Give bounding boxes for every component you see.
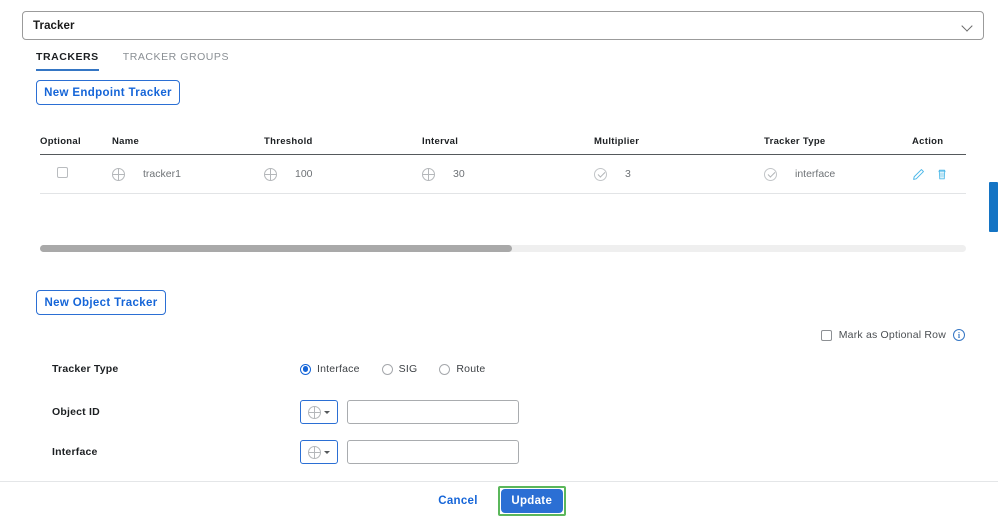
- radio-sig[interactable]: SIG: [381, 363, 418, 375]
- radio-sig-label: SIG: [398, 363, 418, 375]
- table-header-row: Optional Name Threshold Interval Multipl…: [40, 136, 966, 155]
- radio-interface[interactable]: Interface: [300, 363, 360, 375]
- form-row-tracker-type: Tracker Type Interface SIG Route: [0, 363, 998, 375]
- object-id-scope-dropdown[interactable]: [300, 400, 338, 424]
- object-id-input[interactable]: [347, 400, 519, 424]
- dialog-footer: Cancel Update: [0, 481, 998, 519]
- chevron-down-icon: [962, 20, 973, 31]
- globe-icon: [264, 167, 277, 181]
- cell-multiplier-value: 3: [625, 168, 631, 180]
- tab-bar: TRACKERS TRACKER GROUPS: [36, 51, 229, 71]
- tracker-type-radio-group: Interface SIG Route: [300, 363, 485, 375]
- trackers-table-container: Optional Name Threshold Interval Multipl…: [40, 136, 966, 194]
- cell-threshold: 100: [264, 154, 422, 194]
- object-id-field-label: Object ID: [52, 406, 100, 418]
- column-header-interval: Interval: [422, 136, 594, 155]
- tab-trackers[interactable]: TRACKERS: [36, 51, 99, 71]
- tracker-type-field-label: Tracker Type: [52, 363, 119, 375]
- tracker-type-select-value: Tracker: [33, 19, 75, 32]
- update-button-highlight: Update: [497, 485, 566, 516]
- cell-name-value: tracker1: [143, 168, 181, 180]
- globe-icon: [308, 445, 321, 459]
- trash-icon[interactable]: [936, 168, 948, 181]
- cell-threshold-value: 100: [295, 168, 313, 180]
- table-row: tracker1 100 30 3 interface: [40, 154, 966, 194]
- caret-down-icon: [324, 450, 330, 454]
- cell-tracker-type: interface: [764, 154, 912, 194]
- radio-sig-dot: [381, 363, 393, 375]
- cell-interval-value: 30: [453, 168, 465, 180]
- cell-action: [912, 154, 966, 194]
- radio-interface-label: Interface: [317, 363, 360, 375]
- interface-field-label: Interface: [52, 446, 98, 458]
- pencil-icon[interactable]: [912, 168, 925, 181]
- cell-interval: 30: [422, 154, 594, 194]
- globe-icon: [308, 405, 321, 419]
- form-row-object-id: Object ID: [0, 400, 998, 424]
- cell-multiplier: 3: [594, 154, 764, 194]
- tab-trackers-label: TRACKERS: [36, 51, 99, 63]
- cell-tracker-type-value: interface: [795, 168, 836, 180]
- new-object-tracker-label: New Object Tracker: [44, 296, 158, 309]
- info-icon[interactable]: i: [953, 329, 965, 341]
- globe-icon: [422, 167, 435, 181]
- table-horizontal-scrollbar[interactable]: [40, 245, 966, 252]
- globe-icon: [112, 167, 125, 181]
- tab-tracker-groups-label: TRACKER GROUPS: [122, 51, 230, 63]
- page-vertical-scrollbar-thumb[interactable]: [989, 182, 998, 232]
- radio-route-label: Route: [456, 363, 486, 375]
- info-icon-glyph: i: [957, 330, 961, 340]
- interface-input[interactable]: [347, 440, 519, 464]
- form-row-interface: Interface: [0, 440, 998, 464]
- table-horizontal-scrollbar-thumb[interactable]: [40, 245, 512, 252]
- new-object-tracker-button[interactable]: New Object Tracker: [36, 290, 166, 315]
- cell-optional: [40, 154, 112, 194]
- radio-route[interactable]: Route: [439, 363, 485, 375]
- radio-interface-dot: [300, 363, 311, 375]
- mark-as-optional-row: Mark as Optional Row i: [820, 329, 965, 341]
- column-header-multiplier: Multiplier: [594, 136, 764, 155]
- column-header-threshold: Threshold: [264, 136, 422, 155]
- mark-as-optional-row-checkbox[interactable]: [820, 329, 832, 341]
- column-header-name: Name: [112, 136, 264, 155]
- new-endpoint-tracker-label: New Endpoint Tracker: [44, 86, 172, 99]
- trackers-table: Optional Name Threshold Interval Multipl…: [40, 136, 966, 194]
- interface-scope-dropdown[interactable]: [300, 440, 338, 464]
- update-button[interactable]: Update: [500, 488, 563, 513]
- check-circle-icon: [594, 167, 607, 181]
- mark-as-optional-row-label: Mark as Optional Row: [838, 329, 946, 341]
- cell-name: tracker1: [112, 154, 264, 194]
- column-header-tracker-type: Tracker Type: [764, 136, 912, 155]
- new-endpoint-tracker-button[interactable]: New Endpoint Tracker: [36, 80, 180, 105]
- tab-tracker-groups[interactable]: TRACKER GROUPS: [123, 51, 229, 71]
- tracker-type-select[interactable]: Tracker: [22, 11, 984, 40]
- tracker-configuration-panel: Tracker TRACKERS TRACKER GROUPS New Endp…: [0, 0, 998, 519]
- column-header-optional: Optional: [40, 136, 112, 155]
- check-circle-icon: [764, 167, 777, 181]
- cancel-button[interactable]: Cancel: [432, 494, 484, 508]
- row-optional-checkbox[interactable]: [57, 167, 68, 178]
- radio-route-dot: [439, 363, 451, 375]
- caret-down-icon: [324, 410, 330, 414]
- column-header-action: Action: [912, 136, 966, 155]
